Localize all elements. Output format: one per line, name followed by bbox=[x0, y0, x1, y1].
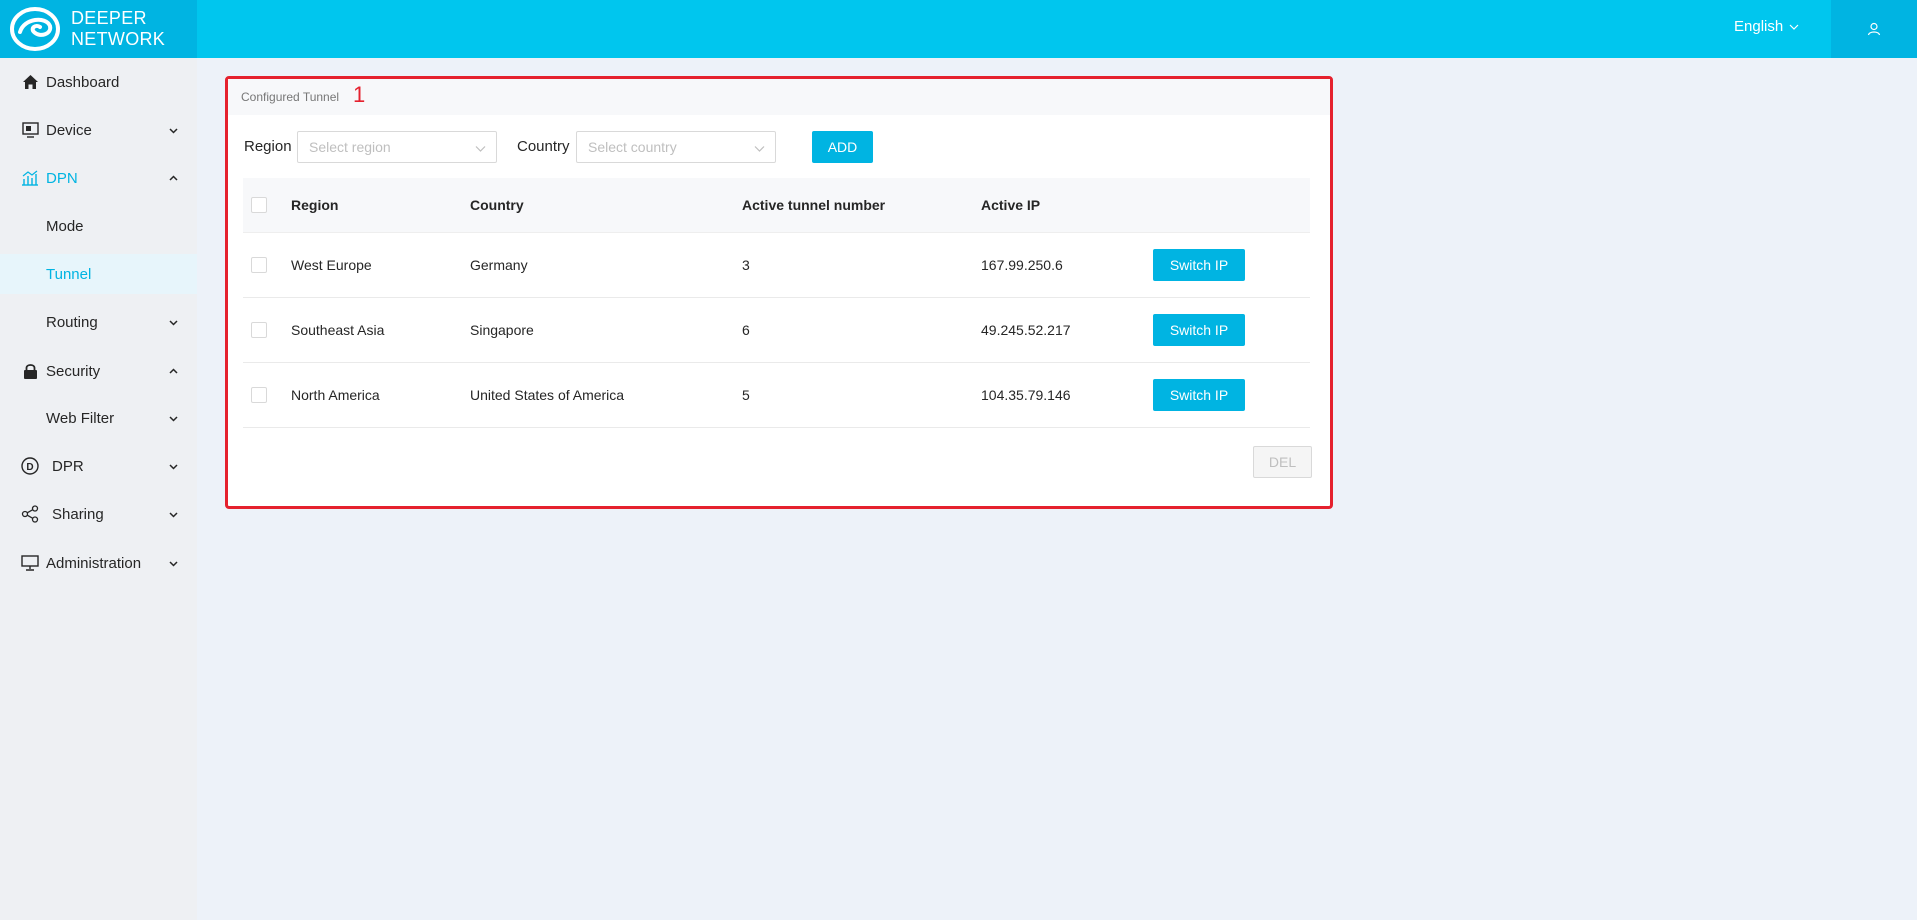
chevron-up-icon bbox=[169, 174, 178, 181]
monitor-icon bbox=[21, 121, 39, 139]
cell-region: North America bbox=[291, 387, 380, 403]
row-checkbox[interactable] bbox=[251, 257, 267, 273]
cell-active-tunnel-number: 6 bbox=[742, 322, 750, 338]
sidebar-item-label: Security bbox=[46, 362, 101, 380]
country-select[interactable]: Select country bbox=[576, 131, 776, 163]
sidebar-item-label: DPR bbox=[52, 457, 84, 475]
header-region: Region bbox=[291, 197, 339, 213]
chevron-up-icon bbox=[169, 367, 178, 374]
switch-ip-button[interactable]: Switch IP bbox=[1153, 249, 1245, 281]
chevron-down-icon bbox=[169, 511, 178, 518]
sidebar-item-sharing[interactable]: Sharing bbox=[0, 494, 197, 534]
top-bar: DEEPER NETWORK English bbox=[0, 0, 1917, 58]
sidebar-item-administration[interactable]: Administration bbox=[0, 543, 197, 583]
chevron-down-icon bbox=[169, 463, 178, 470]
switch-ip-button[interactable]: Switch IP bbox=[1153, 314, 1245, 346]
sidebar-item-mode[interactable]: Mode bbox=[0, 206, 197, 246]
chevron-down-icon bbox=[169, 415, 178, 422]
language-label: English bbox=[1734, 18, 1784, 35]
sidebar-item-dpn[interactable]: DPN bbox=[0, 158, 197, 198]
sidebar-item-dpr[interactable]: D DPR bbox=[0, 446, 197, 486]
sidebar-item-routing[interactable]: Routing bbox=[0, 302, 197, 342]
filter-bar: Region Select region Country Select coun… bbox=[244, 131, 1324, 163]
cell-active-ip: 167.99.250.6 bbox=[981, 257, 1063, 273]
sidebar-item-label: Tunnel bbox=[46, 265, 92, 283]
sidebar-item-web-filter[interactable]: Web Filter bbox=[0, 398, 197, 438]
cell-active-tunnel-number: 5 bbox=[742, 387, 750, 403]
cell-country: Singapore bbox=[470, 322, 534, 338]
switch-ip-button[interactable]: Switch IP bbox=[1153, 379, 1245, 411]
sidebar-item-label: Routing bbox=[46, 313, 98, 331]
home-icon bbox=[21, 73, 39, 91]
brand-name: DEEPER NETWORK bbox=[71, 8, 165, 50]
sidebar: Dashboard Device DPN Mode Tunnel Routing… bbox=[0, 58, 197, 920]
header-active-tunnel-number: Active tunnel number bbox=[742, 197, 886, 213]
sidebar-item-label: Web Filter bbox=[46, 409, 115, 427]
deeper-network-logo-icon bbox=[10, 7, 60, 51]
annotation-number: 1 bbox=[353, 82, 366, 107]
svg-text:D: D bbox=[26, 462, 33, 473]
tunnel-table: Region Country Active tunnel number Acti… bbox=[243, 178, 1310, 428]
lock-icon bbox=[21, 362, 39, 380]
brand-line2: NETWORK bbox=[71, 29, 166, 49]
table-row: North America United States of America 5… bbox=[243, 363, 1310, 428]
cell-region: Southeast Asia bbox=[291, 322, 385, 338]
row-checkbox[interactable] bbox=[251, 322, 267, 338]
cell-active-tunnel-number: 3 bbox=[742, 257, 750, 273]
sidebar-item-label: Device bbox=[46, 121, 92, 139]
sidebar-item-dashboard[interactable]: Dashboard bbox=[0, 62, 197, 102]
sidebar-item-tunnel[interactable]: Tunnel bbox=[0, 254, 197, 294]
cell-country: United States of America bbox=[470, 387, 625, 403]
select-all-checkbox[interactable] bbox=[251, 197, 267, 213]
sidebar-item-label: Sharing bbox=[52, 505, 104, 523]
language-selector[interactable]: English bbox=[1734, 18, 1799, 35]
add-button[interactable]: ADD bbox=[812, 131, 873, 163]
country-placeholder: Select country bbox=[588, 139, 677, 155]
chevron-down-icon bbox=[1789, 24, 1799, 30]
cell-active-ip: 104.35.79.146 bbox=[981, 387, 1071, 403]
country-label: Country bbox=[517, 138, 570, 155]
sidebar-item-label: DPN bbox=[46, 169, 78, 187]
chevron-down-icon bbox=[475, 146, 486, 152]
chart-icon bbox=[21, 169, 39, 187]
cell-country: Germany bbox=[470, 257, 528, 273]
region-select[interactable]: Select region bbox=[297, 131, 497, 163]
chevron-down-icon bbox=[169, 127, 178, 134]
configured-tunnel-panel: Configured Tunnel 1 Region Select region… bbox=[225, 76, 1333, 509]
sidebar-item-device[interactable]: Device bbox=[0, 110, 197, 150]
table-header: Region Country Active tunnel number Acti… bbox=[243, 178, 1310, 233]
panel-title: Configured Tunnel bbox=[241, 90, 340, 104]
desktop-icon bbox=[21, 554, 39, 572]
sidebar-item-label: Administration bbox=[46, 554, 142, 572]
chevron-down-icon bbox=[169, 560, 178, 567]
user-icon bbox=[1867, 22, 1881, 36]
table-row: West Europe Germany 3 167.99.250.6 Switc… bbox=[243, 233, 1310, 298]
sidebar-item-label: Dashboard bbox=[46, 73, 120, 91]
user-account-button[interactable] bbox=[1831, 0, 1917, 58]
brand-line1: DEEPER bbox=[71, 8, 147, 28]
panel-header: Configured Tunnel 1 bbox=[228, 79, 1330, 115]
header-active-ip: Active IP bbox=[981, 197, 1041, 213]
delete-button[interactable]: DEL bbox=[1253, 446, 1312, 478]
sidebar-item-security[interactable]: Security bbox=[0, 351, 197, 391]
cell-region: West Europe bbox=[291, 257, 372, 273]
region-placeholder: Select region bbox=[309, 139, 391, 155]
sidebar-item-label: Mode bbox=[46, 217, 84, 235]
row-checkbox[interactable] bbox=[251, 387, 267, 403]
dpr-coin-icon: D bbox=[21, 457, 39, 475]
header-country: Country bbox=[470, 197, 524, 213]
chevron-down-icon bbox=[754, 146, 765, 152]
cell-active-ip: 49.245.52.217 bbox=[981, 322, 1071, 338]
table-row: Southeast Asia Singapore 6 49.245.52.217… bbox=[243, 298, 1310, 363]
chevron-down-icon bbox=[169, 319, 178, 326]
brand-logo[interactable]: DEEPER NETWORK bbox=[0, 0, 197, 58]
share-icon bbox=[21, 505, 39, 523]
region-label: Region bbox=[244, 138, 292, 155]
